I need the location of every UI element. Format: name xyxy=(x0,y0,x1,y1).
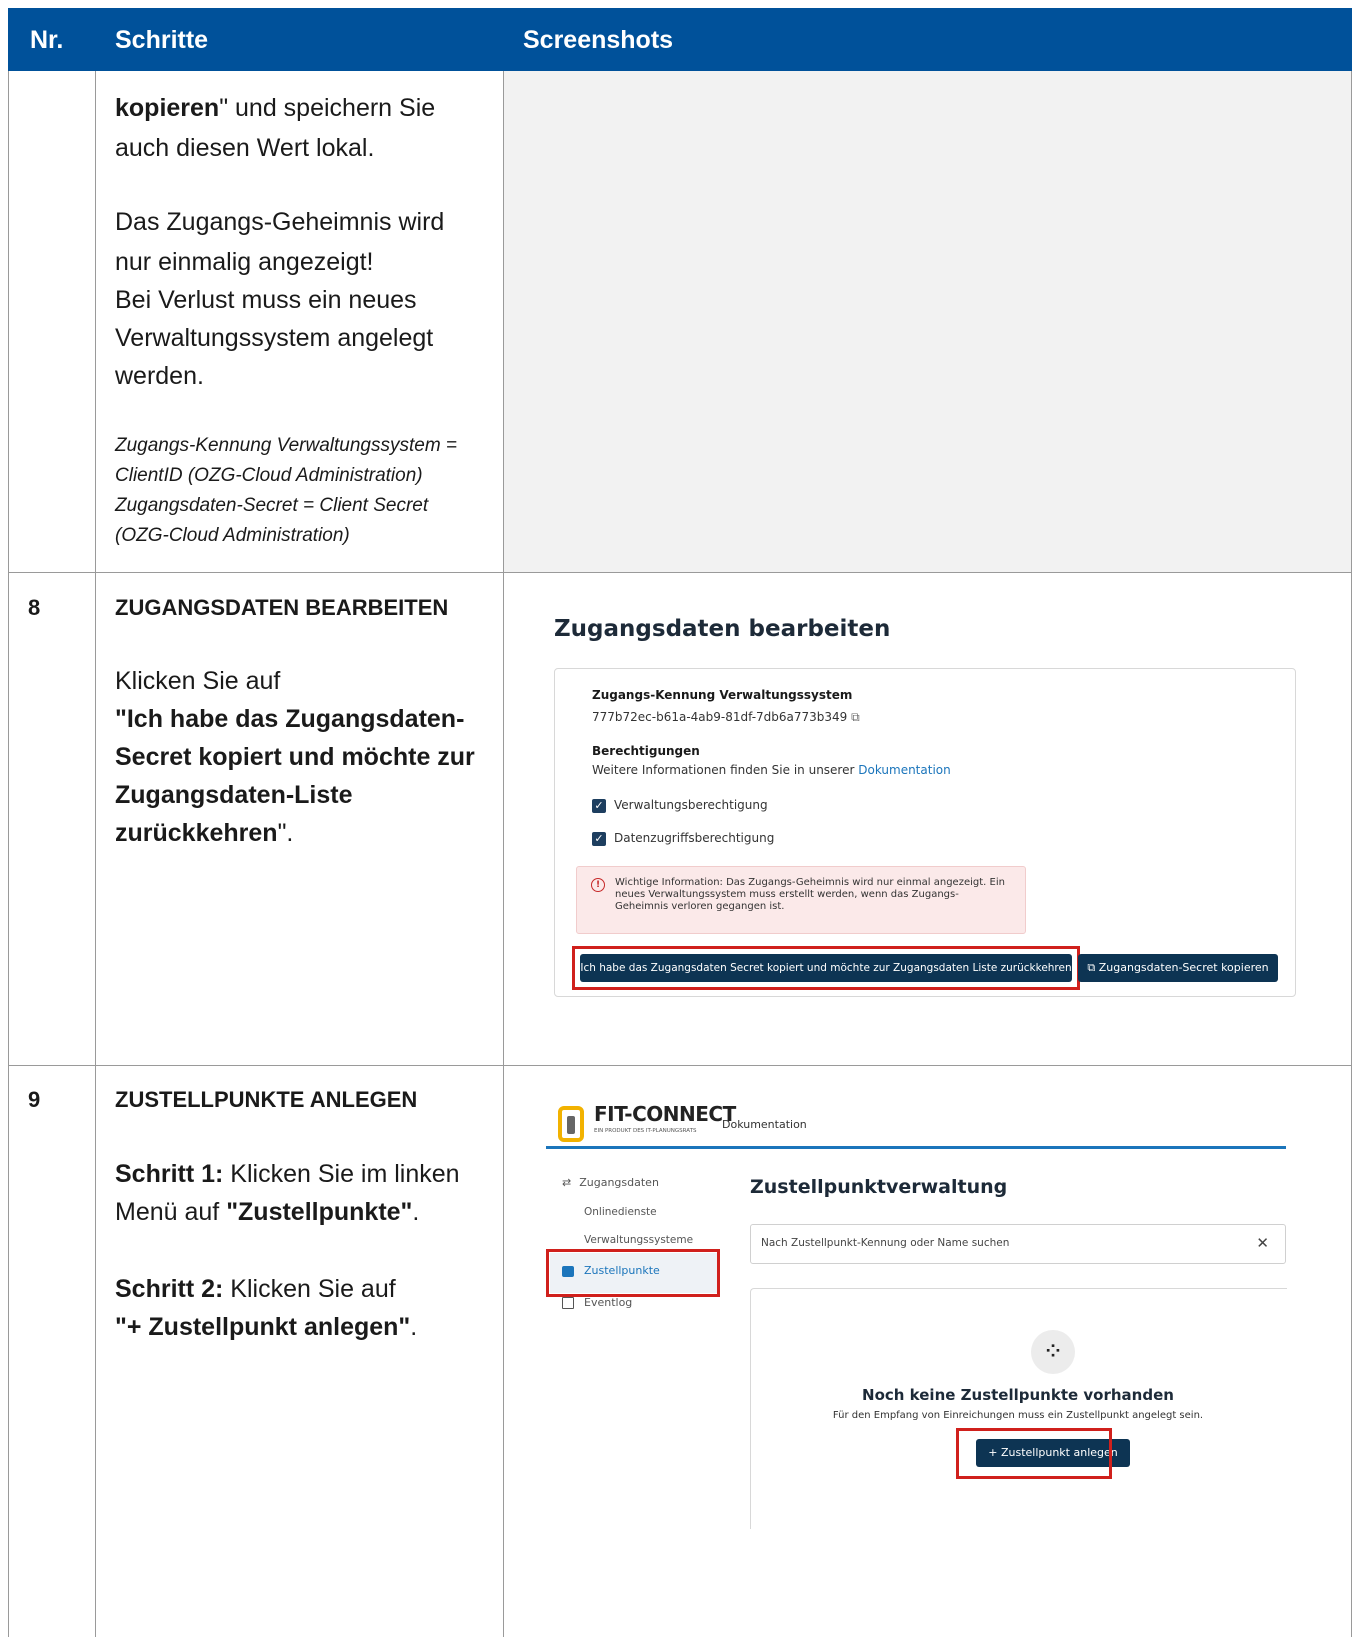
step-9-title: ZUSTELLPUNKTE ANLEGEN xyxy=(115,1087,418,1112)
sidebar-label: Zugangsdaten xyxy=(579,1176,659,1189)
column-divider-2 xyxy=(503,71,504,1637)
logo-subtitle: EIN PRODUKT DES IT-PLANUNGSRATS xyxy=(594,1128,697,1134)
text-line: Klicken Sie auf xyxy=(115,667,281,695)
text-line: Verwaltungssystem angelegt xyxy=(115,324,434,352)
empty-screenshot-cell xyxy=(504,71,1352,572)
important-alert: ! Wichtige Information: Das Zugangs-Gehe… xyxy=(576,866,1026,934)
id-label: Zugangs-Kennung Verwaltungssystem xyxy=(592,688,853,702)
text-fragment: Klicken Sie im linken xyxy=(223,1160,460,1188)
text-fragment: Menü auf xyxy=(115,1198,227,1226)
id-value: 777b72ec-b61a-4ab9-81df-7db6a773b349 ⧉ xyxy=(592,710,860,725)
highlight-box xyxy=(546,1249,720,1297)
page-title: Zugangsdaten bearbeiten xyxy=(554,616,891,642)
checkbox-verwaltung[interactable]: ✓ Verwaltungsberechtigung xyxy=(592,798,768,813)
highlight-box xyxy=(956,1428,1112,1479)
copy-secret-label: Zugangsdaten-Secret kopieren xyxy=(1098,961,1269,974)
note-line: Zugangsdaten-Secret = Client Secret xyxy=(115,495,429,516)
swap-arrows-icon: ⇄ xyxy=(562,1176,572,1189)
search-input[interactable]: Nach Zustellpunkt-Kennung oder Name such… xyxy=(750,1224,1286,1264)
permissions-info: Weitere Informationen finden Sie in unse… xyxy=(592,763,951,777)
checkbox-checked-icon[interactable]: ✓ xyxy=(592,798,606,813)
top-nav-documentation[interactable]: Dokumentation xyxy=(722,1118,807,1131)
sidebar-item-eventlog[interactable]: Eventlog xyxy=(562,1296,632,1309)
step-8-title: ZUGANGSDATEN BEARBEITEN xyxy=(115,595,449,620)
text-fragment: Klicken Sie auf xyxy=(223,1275,396,1303)
instruction-table: Nr. Schritte Screenshots kopieren" und s… xyxy=(8,8,1352,1637)
text-fragment: . xyxy=(410,1313,418,1341)
text-fragment: "Zustellpunkte" xyxy=(226,1198,413,1226)
copy-secret-button[interactable]: ⧉ Zugangsdaten-Secret kopieren xyxy=(1078,954,1278,982)
step-8-instructions: Klicken Sie auf "Ich habe das Zugangsdat… xyxy=(115,662,495,852)
sidebar-label: Eventlog xyxy=(584,1296,633,1309)
text-line: Bei Verlust muss ein neues xyxy=(115,286,417,314)
mapping-notes: Zugangs-Kennung Verwaltungssystem = Clie… xyxy=(115,431,495,551)
grid-dots-icon: ⁘ xyxy=(1031,1330,1075,1374)
warning-paragraph: Das Zugangs-Geheimnis wird nur einmalig … xyxy=(115,202,495,395)
text-line: "Ich habe das Zugangsdaten- xyxy=(115,705,465,733)
text-line: Zugangsdaten-Liste xyxy=(115,781,353,809)
continued-step-text: kopieren" und speichern Sie auch diesen … xyxy=(115,88,495,168)
alert-text: Wichtige Information: Das Zugangs-Geheim… xyxy=(615,877,1005,913)
step-number-8: 8 xyxy=(28,595,41,620)
alert-icon: ! xyxy=(591,878,605,892)
header-screenshots: Screenshots xyxy=(523,26,674,54)
permissions-label: Berechtigungen xyxy=(592,744,700,758)
table-border-right xyxy=(1351,71,1352,1637)
log-icon xyxy=(562,1297,574,1309)
sidebar-item-verwaltungssysteme[interactable]: Verwaltungssysteme xyxy=(584,1234,693,1246)
checkbox-label: Datenzugriffsberechtigung xyxy=(614,831,775,845)
documentation-link[interactable]: Dokumentation xyxy=(858,763,951,777)
checkbox-checked-icon[interactable]: ✓ xyxy=(592,831,606,846)
text-line: Das Zugangs-Geheimnis wird xyxy=(115,208,445,236)
header-schritte: Schritte xyxy=(115,26,209,54)
page-title: Zustellpunktverwaltung xyxy=(750,1176,1008,1198)
close-icon[interactable]: ✕ xyxy=(1256,1234,1269,1252)
text-fragment: ". xyxy=(277,819,294,847)
note-line: (OZG-Cloud Administration) xyxy=(115,525,350,546)
search-placeholder: Nach Zustellpunkt-Kennung oder Name such… xyxy=(761,1237,1010,1249)
column-divider-1 xyxy=(95,71,96,1637)
text-line: auch diesen Wert lokal. xyxy=(115,134,375,162)
bold-kopieren: kopieren xyxy=(115,94,220,122)
table-header: Nr. Schritte Screenshots xyxy=(8,8,1352,71)
alert-line: Wichtige Information: Das Zugangs-Geheim… xyxy=(615,877,1005,888)
step-9-part2: Schritt 2: Klicken Sie auf "+ Zustellpun… xyxy=(115,1270,495,1346)
fit-connect-logo-icon xyxy=(558,1106,584,1142)
row-divider-1 xyxy=(8,572,1352,573)
empty-state-title: Noch keine Zustellpunkte vorhanden xyxy=(862,1386,1174,1404)
note-line: ClientID (OZG-Cloud Administration) xyxy=(115,465,423,486)
text-fragment: zurückkehren xyxy=(115,819,278,847)
id-value-text: 777b72ec-b61a-4ab9-81df-7db6a773b349 xyxy=(592,710,848,724)
text-fragment: Schritt 1: xyxy=(115,1160,224,1188)
note-line: Zugangs-Kennung Verwaltungssystem = xyxy=(115,435,458,456)
sidebar-item-onlinedienste[interactable]: Onlinedienste xyxy=(584,1206,657,1218)
table-border-left xyxy=(8,71,9,1637)
text-fragment: " und speichern Sie xyxy=(219,94,436,122)
permissions-text: Weitere Informationen finden Sie in unse… xyxy=(592,763,859,777)
empty-state-card xyxy=(750,1288,1287,1529)
fit-connect-logo[interactable]: FIT-CONNECT xyxy=(594,1102,736,1126)
checkbox-label: Verwaltungsberechtigung xyxy=(614,798,768,812)
step-9-part1: Schritt 1: Klicken Sie im linken Menü au… xyxy=(115,1155,495,1231)
alert-line: Geheimnis verloren gegangen ist. xyxy=(615,901,785,912)
text-line: nur einmalig angezeigt! xyxy=(115,248,374,276)
text-fragment: "+ Zustellpunkt anlegen" xyxy=(115,1313,411,1341)
checkbox-datenzugriff[interactable]: ✓ Datenzugriffsberechtigung xyxy=(592,831,774,846)
sidebar-item-zugangsdaten[interactable]: ⇄ Zugangsdaten xyxy=(562,1176,659,1189)
step-number-9: 9 xyxy=(28,1087,41,1112)
highlight-box xyxy=(572,946,1080,990)
copy-icon[interactable]: ⧉ xyxy=(851,710,860,724)
screenshot-zugangsdaten-bearbeiten: Zugangsdaten bearbeiten Zugangs-Kennung … xyxy=(546,608,1296,1008)
row-divider-2 xyxy=(8,1065,1352,1066)
header-nr: Nr. xyxy=(30,26,64,54)
copy-icon: ⧉ xyxy=(1087,961,1099,974)
text-line: Secret kopiert und möchte zur xyxy=(115,743,475,771)
alert-line: neues Verwaltungssystem muss erstellt we… xyxy=(615,889,959,900)
text-fragment: Schritt 2: xyxy=(115,1275,224,1303)
screenshot-zustellpunktverwaltung: FIT-CONNECT EIN PRODUKT DES IT-PLANUNGSR… xyxy=(546,1098,1287,1529)
empty-state-text: Für den Empfang von Einreichungen muss e… xyxy=(832,1410,1204,1421)
text-line: werden. xyxy=(115,362,204,390)
text-fragment: . xyxy=(412,1198,420,1226)
